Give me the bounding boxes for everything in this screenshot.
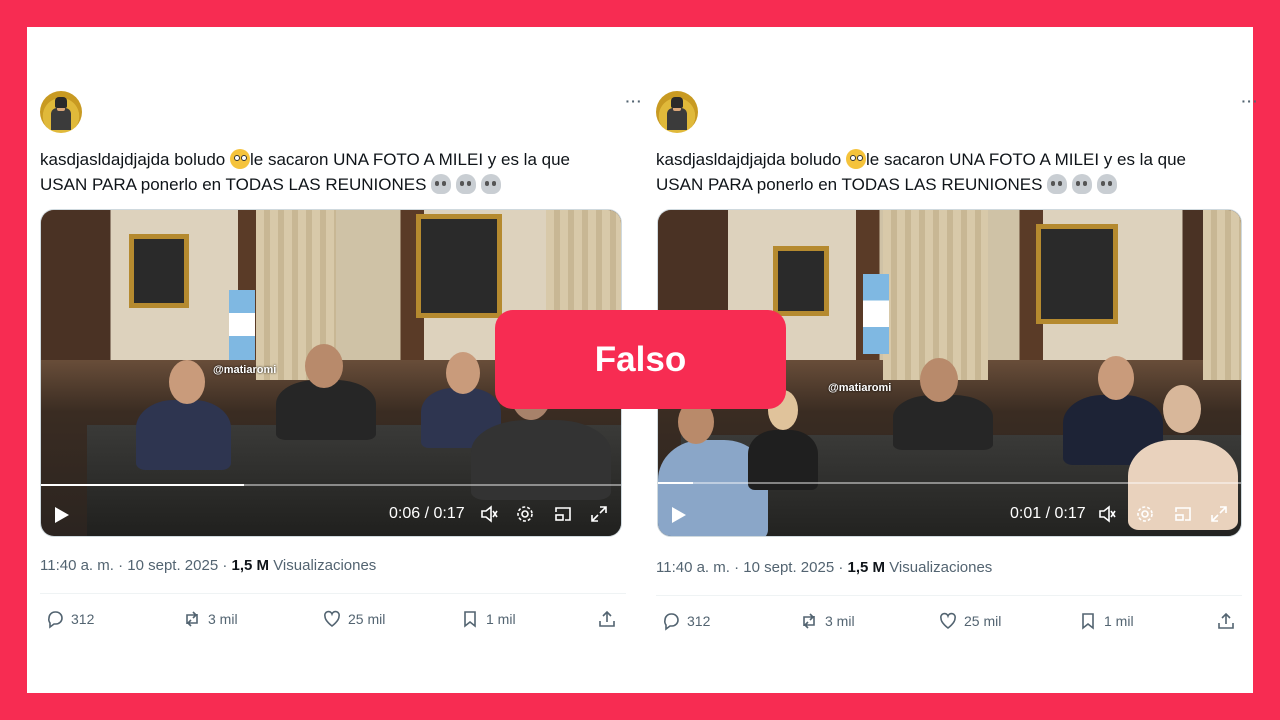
avatar[interactable] [40, 91, 82, 133]
video-progress-bar[interactable] [658, 482, 1241, 484]
divider [40, 593, 626, 594]
watermark: @matiaromi [828, 382, 892, 394]
repost-icon [186, 611, 198, 627]
like-count: 25 mil [964, 613, 1002, 629]
reply-icon [664, 613, 679, 631]
reply-button[interactable]: 312 [661, 609, 710, 633]
tweet-meta: 11:40 a. m. · 10 sept. 2025 · 1,5 M Visu… [40, 557, 376, 574]
flushed-face-emoji [845, 149, 866, 169]
fullscreen-icon[interactable] [1209, 504, 1229, 524]
share-button[interactable] [597, 607, 617, 631]
reply-count: 312 [687, 613, 711, 629]
video-time: 0:01 / 0:17 [1010, 505, 1086, 522]
fullscreen-icon[interactable] [589, 504, 609, 524]
bookmark-icon [1082, 613, 1094, 630]
watermark: @matiaromi [213, 364, 277, 376]
bookmark-icon [464, 611, 476, 628]
skull-emoji [1047, 174, 1068, 194]
tweet-text-line1b: le sacaron UNA FOTO A MILEI y es la que [249, 150, 570, 169]
bookmark-button[interactable]: 1 mil [1078, 609, 1134, 633]
tweet-text-line1: kasdjasldajdjajda boludo [40, 150, 226, 169]
volume-icon[interactable] [1097, 504, 1117, 524]
bookmark-count: 1 mil [486, 611, 516, 627]
tweet-text-line1: kasdjasldajdjajda boludo [656, 150, 842, 169]
settings-icon[interactable] [515, 504, 535, 524]
repost-button[interactable]: 3 mil [182, 607, 238, 631]
tweet-text-line1b: le sacaron UNA FOTO A MILEI y es la que [865, 150, 1186, 169]
skull-emoji [480, 174, 501, 194]
share-icon [599, 610, 615, 627]
share-icon [1218, 612, 1234, 629]
video-time: 0:06 / 0:17 [389, 505, 465, 522]
video-progress-bar[interactable] [41, 484, 621, 486]
views-label: Visualizaciones [273, 557, 377, 574]
bookmark-count: 1 mil [1104, 613, 1134, 629]
like-button[interactable]: 25 mil [938, 609, 1001, 633]
like-icon [939, 612, 957, 629]
timestamp[interactable]: 11:40 a. m. · 10 sept. 2025 · [40, 557, 232, 574]
verdict-badge: Falso [495, 310, 786, 409]
skull-emoji [455, 174, 476, 194]
play-icon[interactable] [55, 507, 69, 523]
action-bar: 312 3 mil 25 mil 1 mil [40, 607, 626, 631]
reply-icon [48, 611, 63, 629]
repost-count: 3 mil [825, 613, 855, 629]
tweet-text: kasdjasldajdjajda boludo le sacaron UNA … [656, 147, 1246, 197]
video-controls: 0:01 / 0:17 [658, 492, 1241, 536]
pip-icon[interactable] [1173, 504, 1193, 524]
skull-emoji [1096, 174, 1117, 194]
tweet-text-line2: USAN PARA ponerlo en TODAS LAS REUNIONES [40, 175, 427, 194]
pip-icon[interactable] [553, 504, 573, 524]
volume-icon[interactable] [479, 504, 499, 524]
skull-emoji [1071, 174, 1092, 194]
like-icon [323, 610, 341, 627]
more-icon[interactable]: ··· [1238, 91, 1262, 111]
skull-emoji [431, 174, 452, 194]
avatar[interactable] [656, 91, 698, 133]
views-count: 1,5 M [847, 559, 886, 576]
flushed-face-emoji [229, 149, 250, 169]
more-icon[interactable]: ··· [622, 91, 646, 111]
divider [656, 595, 1242, 596]
bookmark-button[interactable]: 1 mil [460, 607, 516, 631]
views-count: 1,5 M [231, 557, 270, 574]
play-icon[interactable] [672, 507, 686, 523]
views-label: Visualizaciones [889, 559, 993, 576]
repost-count: 3 mil [208, 611, 238, 627]
like-button[interactable]: 25 mil [322, 607, 385, 631]
tweet-text: kasdjasldajdjajda boludo le sacaron UNA … [40, 147, 630, 197]
like-count: 25 mil [348, 611, 386, 627]
timestamp[interactable]: 11:40 a. m. · 10 sept. 2025 · [656, 559, 848, 576]
reply-count: 312 [71, 611, 95, 627]
repost-button[interactable]: 3 mil [799, 609, 855, 633]
action-bar: 312 3 mil 25 mil 1 mil [656, 609, 1242, 633]
video-controls: 0:06 / 0:17 [41, 492, 621, 536]
reply-button[interactable]: 312 [45, 607, 94, 631]
share-button[interactable] [1216, 609, 1236, 633]
tweet-text-line2: USAN PARA ponerlo en TODAS LAS REUNIONES [656, 175, 1043, 194]
repost-icon [803, 613, 815, 629]
tweet-meta: 11:40 a. m. · 10 sept. 2025 · 1,5 M Visu… [656, 559, 992, 576]
settings-icon[interactable] [1135, 504, 1155, 524]
